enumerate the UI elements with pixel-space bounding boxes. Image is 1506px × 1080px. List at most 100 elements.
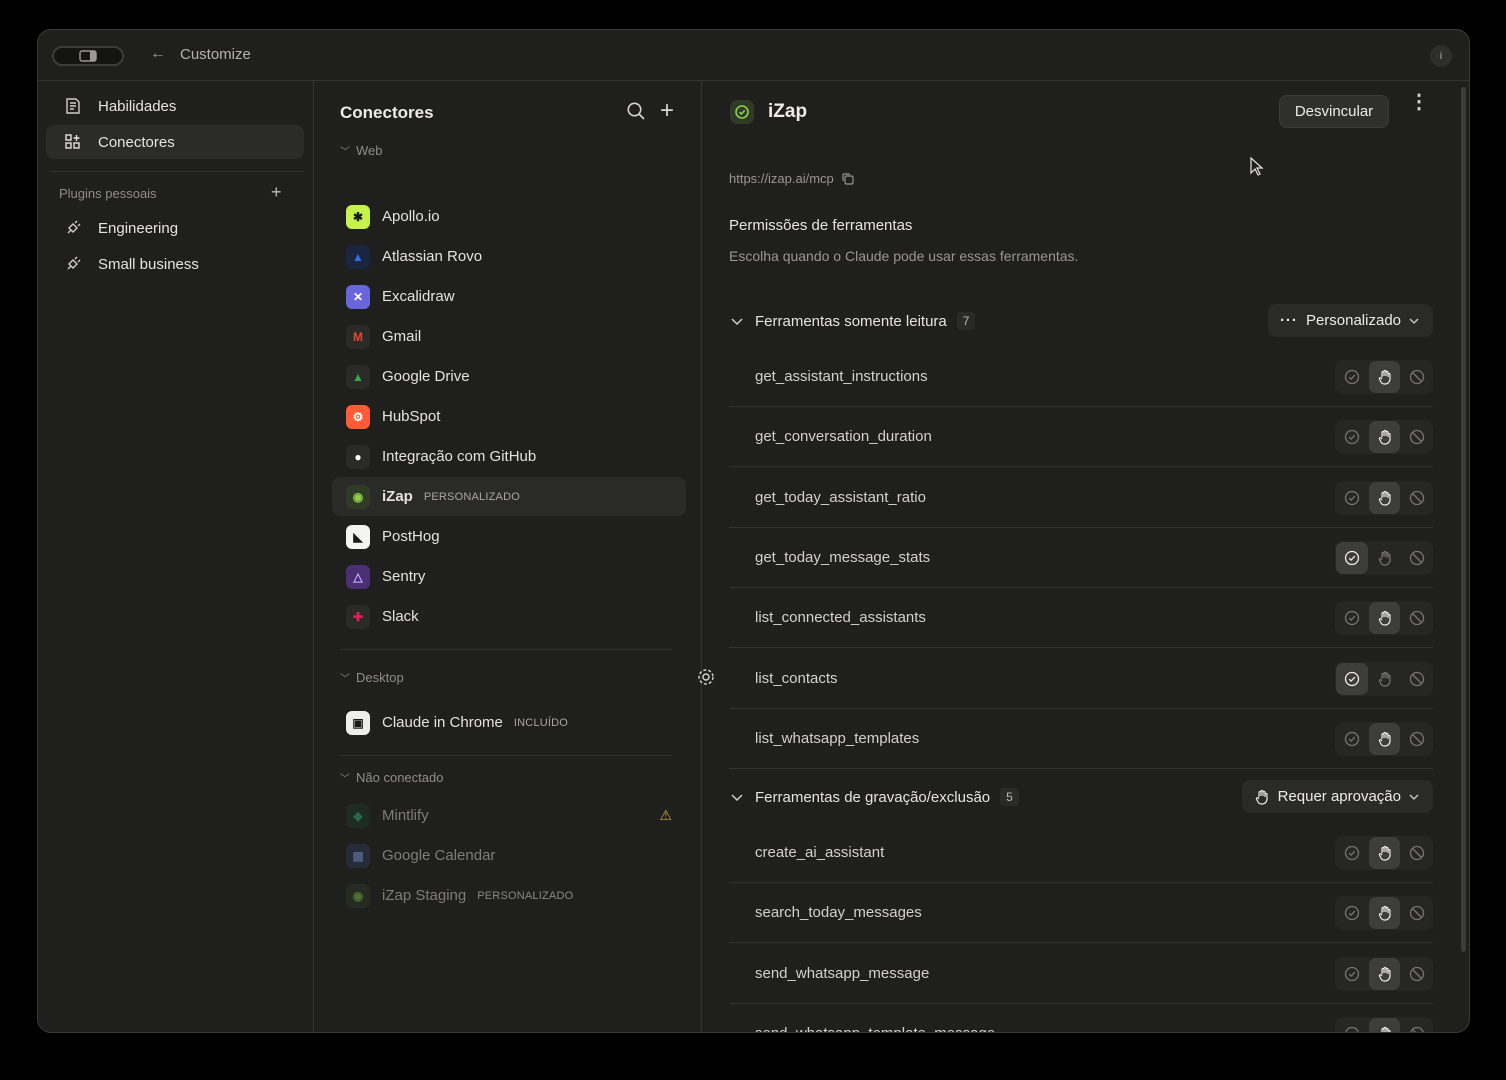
needs-approval-button[interactable] (1368, 602, 1401, 635)
sidebar-item-habilidades[interactable]: Habilidades (46, 89, 304, 123)
search-icon[interactable] (626, 101, 646, 121)
always-allow-button[interactable] (1336, 602, 1368, 634)
more-options-icon[interactable]: ⋮ (1409, 92, 1429, 112)
connector-label: Google Calendar (382, 847, 496, 864)
google-calendar-icon: ▦ (346, 843, 370, 868)
group-not-connected-toggle[interactable]: ﹀ Não conectado (340, 770, 443, 785)
add-connector-button[interactable]: + (660, 97, 674, 125)
blocked-button[interactable] (1401, 602, 1433, 634)
needs-approval-button[interactable] (1368, 361, 1401, 393)
always-allow-button[interactable] (1336, 541, 1368, 574)
connector-excalidraw[interactable]: ✕ Excalidraw (332, 277, 686, 316)
blocked-button[interactable] (1401, 837, 1433, 869)
group-desktop-toggle[interactable]: ﹀ Desktop (340, 670, 404, 685)
sidebar-item-engineering[interactable]: Engineering (46, 211, 304, 245)
always-allow-button[interactable] (1336, 361, 1368, 393)
read-only-section-header[interactable]: Ferramentas somente leitura 7 ··· Person… (729, 304, 1433, 338)
always-allow-button[interactable] (1336, 958, 1368, 990)
always-allow-button[interactable] (1336, 897, 1368, 929)
izap-icon: ◉ (346, 883, 370, 908)
blocked-icon (1409, 610, 1425, 626)
write-section-header[interactable]: Ferramentas de gravação/exclusão 5 Reque… (729, 780, 1433, 814)
connectors-icon (65, 134, 80, 149)
slack-icon: ✚ (346, 604, 370, 629)
needs-approval-button[interactable] (1369, 542, 1401, 574)
chevron-down-icon (1409, 794, 1419, 800)
section-label: Ferramentas de gravação/exclusão (755, 788, 991, 806)
account-menu-button[interactable]: ⅰ (1430, 45, 1452, 67)
connector-hubspot[interactable]: ⚙ HubSpot (332, 397, 686, 436)
ellipsis-icon: ··· (1279, 312, 1298, 329)
connector-izap[interactable]: ◉ iZap PERSONALIZADO (332, 477, 686, 516)
blocked-button[interactable] (1401, 482, 1433, 514)
always-allow-button[interactable] (1336, 837, 1368, 869)
needs-approval-button[interactable] (1368, 957, 1401, 990)
sidebar-item-conectores[interactable]: Conectores (46, 125, 304, 159)
blocked-button[interactable] (1401, 1018, 1433, 1032)
always-allow-button[interactable] (1336, 1018, 1368, 1032)
connector-atlassian-rovo[interactable]: ▲ Atlassian Rovo (332, 237, 686, 276)
always-allow-icon (1344, 966, 1360, 982)
always-allow-icon (1344, 490, 1360, 506)
connector-slack[interactable]: ✚ Slack (332, 597, 686, 636)
always-allow-button[interactable] (1336, 723, 1368, 755)
always-allow-button[interactable] (1336, 421, 1368, 453)
needs-approval-button[interactable] (1368, 481, 1401, 514)
connectors-title: Conectores (340, 103, 434, 122)
tool-row: list_contacts (729, 649, 1433, 709)
tool-name: send_whatsapp_template_message (755, 1025, 995, 1032)
blocked-button[interactable] (1401, 723, 1433, 755)
connector-claude-in-chrome[interactable]: ▣ Claude in Chrome INCLUÍDO (332, 703, 686, 742)
connector-google-calendar[interactable]: ▦ Google Calendar (332, 836, 686, 875)
connector-mintlify[interactable]: ◆ Mintlify ⚠ (332, 796, 686, 835)
posthog-icon: ◣ (346, 524, 370, 549)
always-allow-button[interactable] (1336, 662, 1368, 695)
sidebar-icon (79, 50, 97, 62)
gmail-icon: M (346, 324, 370, 349)
back-arrow-icon[interactable]: ← (150, 45, 166, 63)
blocked-button[interactable] (1401, 421, 1433, 453)
connector-github[interactable]: ● Integração com GitHub (332, 437, 686, 476)
needs-approval-button[interactable] (1369, 663, 1401, 695)
group-web-toggle[interactable]: ﹀ Web (340, 143, 383, 158)
always-allow-button[interactable] (1336, 482, 1368, 514)
blocked-button[interactable] (1401, 897, 1433, 929)
tool-row: create_ai_assistant (729, 823, 1433, 883)
needs-approval-button[interactable] (1368, 421, 1401, 454)
permission-selector (1335, 601, 1433, 636)
add-plugin-button[interactable]: + (271, 182, 282, 203)
sidebar-item-label: Habilidades (98, 97, 177, 115)
permission-selector (1335, 360, 1433, 394)
needs-approval-button[interactable] (1368, 837, 1401, 869)
tool-row: get_assistant_instructions (729, 347, 1433, 407)
hubspot-icon: ⚙ (346, 404, 370, 429)
copy-icon[interactable] (842, 172, 854, 185)
write-mode-dropdown[interactable]: Requer aprovação (1241, 780, 1433, 813)
connector-izap-staging[interactable]: ◉ iZap Staging PERSONALIZADO (332, 876, 686, 915)
unlink-button[interactable]: Desvincular (1279, 95, 1389, 128)
blocked-button[interactable] (1401, 542, 1433, 574)
scrollbar[interactable] (1461, 87, 1466, 952)
blocked-button[interactable] (1401, 958, 1433, 990)
sidebar-item-small-business[interactable]: Small business (46, 247, 304, 281)
divider (50, 171, 304, 172)
mintlify-icon: ◆ (346, 803, 370, 828)
needs-approval-button[interactable] (1368, 722, 1401, 755)
connector-apollo[interactable]: ✱ Apollo.io (332, 197, 686, 236)
tool-name: get_assistant_instructions (755, 368, 928, 385)
sidebar-toggle-button[interactable] (52, 46, 124, 66)
read-only-mode-dropdown[interactable]: ··· Personalizado (1267, 304, 1433, 337)
connector-gmail[interactable]: M Gmail (332, 317, 686, 356)
izap-icon (730, 100, 754, 124)
chrome-extension-icon: ▣ (346, 710, 370, 735)
count-badge: 5 (1000, 788, 1019, 806)
connector-google-drive[interactable]: ▲ Google Drive (332, 357, 686, 396)
needs-approval-icon (1377, 490, 1393, 506)
needs-approval-button[interactable] (1368, 897, 1401, 930)
blocked-button[interactable] (1401, 361, 1433, 393)
needs-approval-button[interactable] (1368, 1017, 1401, 1032)
connector-sentry[interactable]: △ Sentry (332, 557, 686, 596)
blocked-button[interactable] (1401, 663, 1433, 695)
tool-row: list_connected_assistants (729, 588, 1433, 649)
connector-posthog[interactable]: ◣ PostHog (332, 517, 686, 556)
